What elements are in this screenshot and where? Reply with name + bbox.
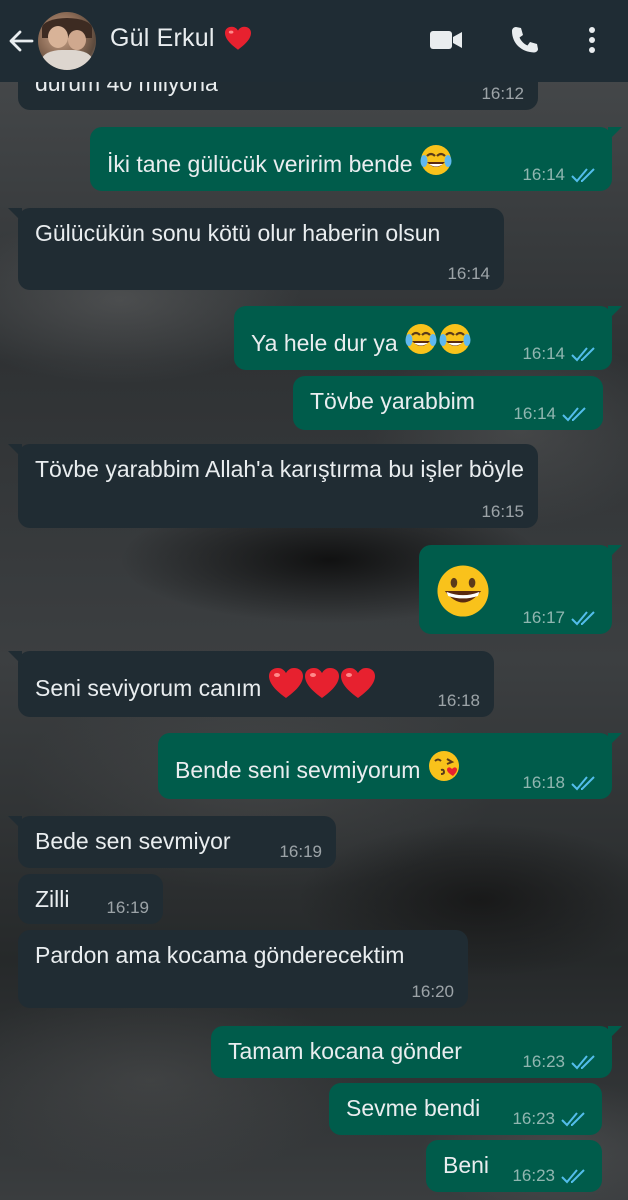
message-time: 16:15 xyxy=(481,502,524,521)
message-time: 16:23 xyxy=(512,1166,555,1185)
message-meta: 16:18 xyxy=(437,691,480,711)
grinning-face-emoji xyxy=(437,565,489,617)
message-outgoing[interactable]: İki tane gülücük veririm bende 16:14 xyxy=(90,127,622,191)
message-time: 16:14 xyxy=(522,165,565,184)
video-call-icon[interactable] xyxy=(428,24,464,56)
message-incoming[interactable]: Tövbe yarabbim Allah'a karıştırma bu işl… xyxy=(8,444,538,528)
message-time: 16:14 xyxy=(522,344,565,363)
message-time: 16:12 xyxy=(481,84,524,103)
message-meta: 16:23 xyxy=(512,1166,588,1186)
message-time: 16:19 xyxy=(279,842,322,861)
read-ticks-icon xyxy=(571,1055,595,1070)
message-text: Gülücükün sonu kötü olur haberin olsun xyxy=(35,220,441,246)
message-time: 16:23 xyxy=(512,1109,555,1128)
tears-of-joy-emoji xyxy=(439,324,471,354)
tears-of-joy-emoji xyxy=(405,324,437,354)
read-ticks-icon xyxy=(561,1169,585,1184)
red-heart-emoji xyxy=(224,26,251,50)
read-ticks-icon xyxy=(562,407,586,422)
read-ticks-icon xyxy=(571,611,595,626)
message-meta: 16:14 xyxy=(447,264,490,284)
message-text: Ya hele dur ya xyxy=(251,330,398,356)
message-outgoing[interactable]: Ya hele dur ya 16:14 xyxy=(234,306,622,370)
message-outgoing[interactable]: Bende seni sevmiyorum 16:18 xyxy=(158,733,622,799)
message-outgoing[interactable]: Tövbe yarabbim 16:14 xyxy=(293,376,603,430)
message-outgoing[interactable]: Sevme bendi 16:23 xyxy=(329,1083,602,1135)
message-meta: 16:14 xyxy=(522,344,598,364)
message-text: Tövbe yarabbim Allah'a karıştırma bu işl… xyxy=(35,456,524,482)
message-incoming[interactable]: Gülücükün sonu kötü olur haberin olsun 1… xyxy=(8,208,504,290)
message-time: 16:20 xyxy=(411,982,454,1001)
red-heart-emoji xyxy=(340,668,375,698)
message-text: Bede sen sevmiyor xyxy=(35,828,231,854)
message-meta: 16:23 xyxy=(522,1052,598,1072)
message-time: 16:18 xyxy=(522,773,565,792)
message-incoming[interactable]: Seni seviyorum canım 16:18 xyxy=(8,651,494,717)
contact-name-area[interactable]: Gül Erkul xyxy=(110,24,253,53)
message-meta: 16:19 xyxy=(106,898,149,918)
back-arrow-icon[interactable] xyxy=(6,26,36,56)
red-heart-emoji xyxy=(304,668,339,698)
message-incoming[interactable]: Pardon ama kocama gönderecektim 16:20 xyxy=(18,930,468,1008)
red-heart-emoji xyxy=(268,668,303,698)
message-text: İki tane gülücük veririm bende xyxy=(107,151,413,177)
read-ticks-icon xyxy=(561,1112,585,1127)
voice-call-icon[interactable] xyxy=(508,24,540,56)
message-meta: 16:23 xyxy=(512,1109,588,1129)
message-time: 16:17 xyxy=(522,608,565,627)
message-meta: 16:18 xyxy=(522,773,598,793)
read-ticks-icon xyxy=(571,347,595,362)
read-ticks-icon xyxy=(571,168,595,183)
more-options-icon[interactable] xyxy=(580,24,604,56)
message-time: 16:14 xyxy=(447,264,490,283)
message-time: 16:23 xyxy=(522,1052,565,1071)
tears-of-joy-emoji xyxy=(420,145,452,175)
message-time: 16:18 xyxy=(437,691,480,710)
message-meta: 16:17 xyxy=(522,608,598,628)
message-meta: 16:19 xyxy=(279,842,322,862)
contact-avatar[interactable] xyxy=(38,12,96,70)
message-outgoing[interactable]: Beni 16:23 xyxy=(426,1140,602,1192)
message-time: 16:19 xyxy=(106,898,149,917)
contact-name: Gül Erkul xyxy=(110,24,215,52)
message-meta: 16:12 xyxy=(481,84,524,104)
chat-header: Gül Erkul xyxy=(0,0,628,82)
message-incoming[interactable]: Bede sen sevmiyor 16:19 xyxy=(8,816,336,868)
message-meta: 16:14 xyxy=(513,404,589,424)
message-meta: 16:15 xyxy=(481,502,524,522)
message-outgoing[interactable]: Tamam kocana gönder 16:23 xyxy=(211,1026,622,1078)
message-text: Bende seni sevmiyorum xyxy=(175,757,421,783)
read-ticks-icon xyxy=(571,776,595,791)
message-outgoing[interactable]: 16:17 xyxy=(419,545,622,634)
face-blowing-kiss-emoji xyxy=(428,751,459,781)
message-text: Seni seviyorum canım xyxy=(35,675,262,701)
message-incoming[interactable]: Zilli 16:19 xyxy=(18,874,163,924)
message-time: 16:14 xyxy=(513,404,556,423)
message-meta: 16:20 xyxy=(411,982,454,1002)
message-text: Pardon ama kocama gönderecektim xyxy=(35,942,405,968)
message-meta: 16:14 xyxy=(522,165,598,185)
